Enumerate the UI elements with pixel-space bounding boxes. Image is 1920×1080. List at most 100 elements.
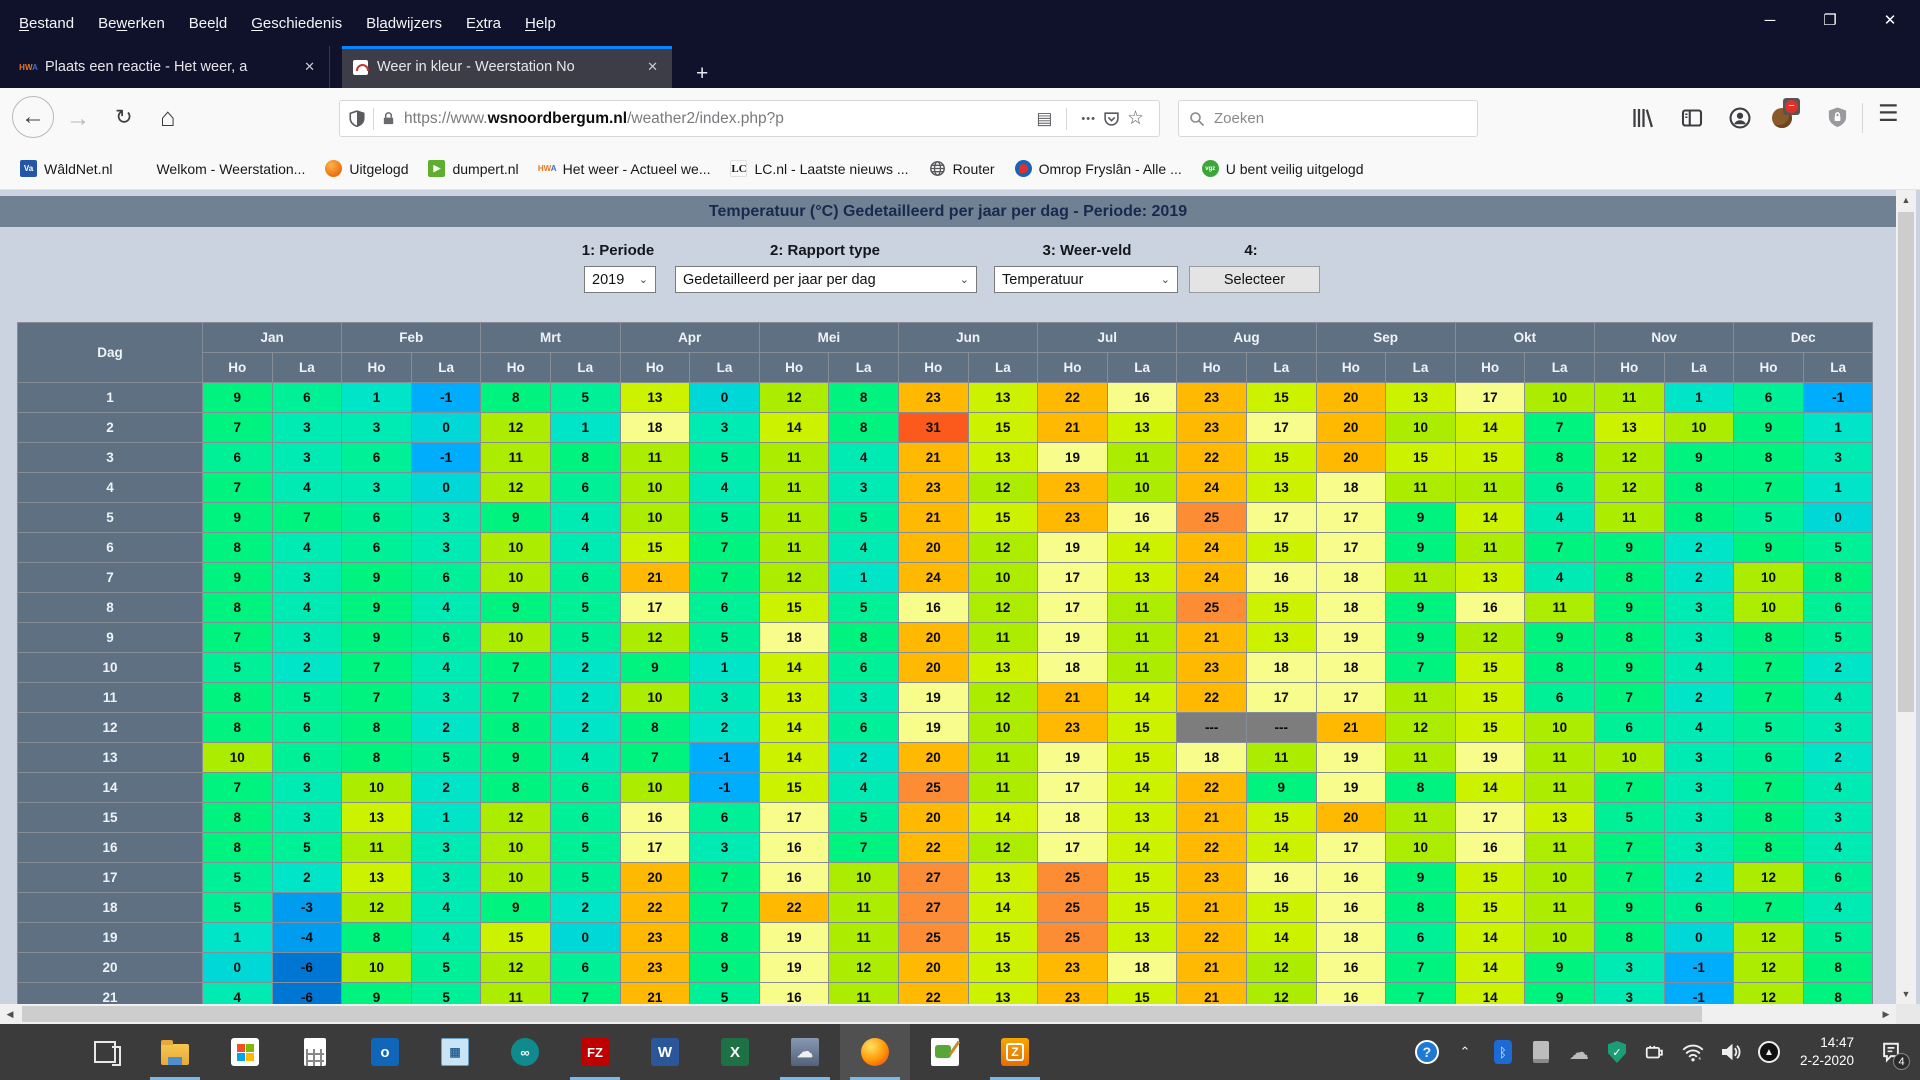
sidebar-icon[interactable] xyxy=(1680,106,1704,130)
taskbar-file-explorer-button[interactable] xyxy=(140,1024,210,1080)
hamburger-menu-icon[interactable]: ☰ xyxy=(1878,100,1899,127)
taskbar-calculator-button[interactable] xyxy=(280,1024,350,1080)
tray-bluetooth-icon[interactable]: ᛒ xyxy=(1486,1024,1520,1080)
tray-security-shield-icon[interactable]: ✓ xyxy=(1600,1024,1634,1080)
temp-cell: 15 xyxy=(1455,713,1525,743)
menu-item-bestand[interactable]: Bestand xyxy=(8,10,85,37)
float-bookmark-icon xyxy=(325,160,342,177)
close-button[interactable]: ✕ xyxy=(1860,0,1920,40)
scroll-left-arrow[interactable]: ◀ xyxy=(0,1004,20,1024)
minimize-button[interactable]: ─ xyxy=(1740,0,1800,40)
bookmark-label: WâldNet.nl xyxy=(44,161,112,177)
weather-field-select[interactable]: Temperatuur⌄ xyxy=(994,266,1178,293)
report-type-select[interactable]: Gedetailleerd per jaar per dag⌄ xyxy=(675,266,977,293)
forward-button[interactable]: → xyxy=(66,105,90,133)
action-center-icon[interactable]: 4 xyxy=(1868,1024,1914,1080)
taskbar-firefox-button[interactable] xyxy=(840,1024,910,1080)
period-select[interactable]: 2019⌄ xyxy=(584,266,656,293)
tab-1[interactable]: HWAPlaats een reactie - Het weer, a✕ xyxy=(10,46,330,88)
table-row: 191-484150238191125152513221418614108012… xyxy=(18,923,1873,953)
menu-item-geschiedenis[interactable]: Geschiedenis xyxy=(240,10,353,37)
tab-close-icon[interactable]: ✕ xyxy=(300,57,319,77)
library-icon[interactable] xyxy=(1630,106,1654,130)
month-header-jan: Jan xyxy=(203,323,342,353)
bookmark-item[interactable]: Router xyxy=(919,156,1005,181)
taskbar-excel-button[interactable]: X xyxy=(700,1024,770,1080)
bookmark-item[interactable]: VaWâldNet.nl xyxy=(10,156,122,181)
taskbar-task-view-button[interactable] xyxy=(70,1024,140,1080)
taskbar-ziggo-button[interactable]: Z xyxy=(980,1024,1050,1080)
new-tab-button[interactable]: + xyxy=(688,60,716,88)
temp-cell: 15 xyxy=(1246,893,1316,923)
reload-button[interactable]: ↻ xyxy=(115,105,133,130)
tray-volume-icon[interactable] xyxy=(1714,1024,1748,1080)
tray-onedrive-icon[interactable]: ☁ xyxy=(1562,1024,1596,1080)
horizontal-scroll-thumb[interactable] xyxy=(22,1006,1702,1022)
reader-mode-icon[interactable]: ▤ xyxy=(1036,109,1052,129)
taskbar-clock[interactable]: 14:47 2-2-2020 xyxy=(1790,1034,1864,1070)
pocket-icon[interactable] xyxy=(1103,110,1120,127)
page-actions-icon[interactable]: ••• xyxy=(1081,113,1096,125)
temp-cell: 19 xyxy=(1316,623,1386,653)
taskbar-weather-app-button[interactable]: ☁ xyxy=(770,1024,840,1080)
tab-close-icon[interactable]: ✕ xyxy=(643,57,662,77)
back-button[interactable]: ← xyxy=(12,96,54,138)
selecteer-button[interactable]: Selecteer xyxy=(1189,266,1320,293)
bookmark-item[interactable]: ▶dumpert.nl xyxy=(418,156,528,181)
menu-item-bladwijzers[interactable]: Bladwijzers xyxy=(355,10,453,37)
taskbar-filezilla-button[interactable]: FZ xyxy=(560,1024,630,1080)
taskbar-file-explorer-icon xyxy=(161,1044,189,1065)
scroll-right-arrow[interactable]: ▶ xyxy=(1876,1004,1896,1024)
vertical-scrollbar[interactable]: ▲ ▼ xyxy=(1896,190,1916,1004)
cookie-blocker-extension-icon[interactable]: − xyxy=(1772,102,1798,133)
bookmark-item[interactable]: Omrop Fryslân - Alle ... xyxy=(1005,156,1192,181)
temp-cell: 9 xyxy=(481,743,551,773)
horizontal-scrollbar[interactable]: ◀ ▶ xyxy=(0,1004,1896,1024)
url-bar[interactable]: https://www.wsnoordbergum.nl/weather2/in… xyxy=(339,100,1160,137)
bookmark-item[interactable]: LCLC.nl - Laatste nieuws ... xyxy=(720,156,918,181)
taskbar-start-button[interactable] xyxy=(0,1024,70,1080)
tracking-shield-icon[interactable] xyxy=(348,110,366,128)
maximize-button[interactable]: ❐ xyxy=(1800,0,1860,40)
account-icon[interactable] xyxy=(1728,106,1752,130)
menu-item-extra[interactable]: Extra xyxy=(455,10,512,37)
taskbar-image-editor-button[interactable] xyxy=(910,1024,980,1080)
shield-extension-icon[interactable] xyxy=(1826,106,1849,129)
temp-cell: 12 xyxy=(759,383,829,413)
temp-cell: 11 xyxy=(342,833,412,863)
tray-hidden-icons-chevron-icon[interactable]: ⌃ xyxy=(1448,1024,1482,1080)
tab-2-active[interactable]: Weer in kleur - Weerstation No✕ xyxy=(342,46,672,88)
tab-title: Plaats een reactie - Het weer, a xyxy=(45,59,292,75)
temp-cell: 7 xyxy=(690,863,760,893)
tray-power-icon[interactable] xyxy=(1638,1024,1672,1080)
tray-help-icon[interactable]: ? xyxy=(1410,1024,1444,1080)
scroll-up-arrow[interactable]: ▲ xyxy=(1896,190,1916,210)
vertical-scroll-thumb[interactable] xyxy=(1898,212,1914,712)
bookmark-item[interactable]: Uitgelogd xyxy=(315,156,418,181)
scroll-down-arrow[interactable]: ▼ xyxy=(1896,984,1916,1004)
lock-icon[interactable] xyxy=(381,111,396,126)
temp-cell: 17 xyxy=(1038,773,1108,803)
temp-cell: 2 xyxy=(1664,563,1734,593)
url-text[interactable]: https://www.wsnoordbergum.nl/weather2/in… xyxy=(404,110,1029,128)
bookmark-item[interactable]: HWAHet weer - Actueel we... xyxy=(529,156,721,181)
menu-item-help[interactable]: Help xyxy=(514,10,567,37)
temp-cell: 5 xyxy=(272,683,342,713)
tray-mobile-device-icon[interactable] xyxy=(1524,1024,1558,1080)
bookmark-item[interactable]: vgzU bent veilig uitgelogd xyxy=(1192,156,1374,181)
temp-cell: 9 xyxy=(1664,443,1734,473)
search-bar[interactable]: Zoeken xyxy=(1178,100,1478,137)
tray-upload-icon[interactable]: ▲ xyxy=(1752,1024,1786,1080)
temp-cell: 0 xyxy=(411,473,481,503)
tray-wifi-icon[interactable]: * xyxy=(1676,1024,1710,1080)
taskbar-control-panel-button[interactable]: ▦ xyxy=(420,1024,490,1080)
menu-item-beeld[interactable]: Beeld xyxy=(178,10,238,37)
taskbar-microsoft-store-button[interactable] xyxy=(210,1024,280,1080)
bookmark-star-icon[interactable]: ☆ xyxy=(1127,107,1144,130)
taskbar-word-button[interactable]: W xyxy=(630,1024,700,1080)
menu-item-bewerken[interactable]: Bewerken xyxy=(87,10,176,37)
taskbar-arduino-button[interactable]: ∞ xyxy=(490,1024,560,1080)
home-button[interactable]: ⌂ xyxy=(160,102,176,133)
bookmark-item[interactable]: Welkom - Weerstation... xyxy=(122,156,315,181)
taskbar-outlook-button[interactable]: o xyxy=(350,1024,420,1080)
